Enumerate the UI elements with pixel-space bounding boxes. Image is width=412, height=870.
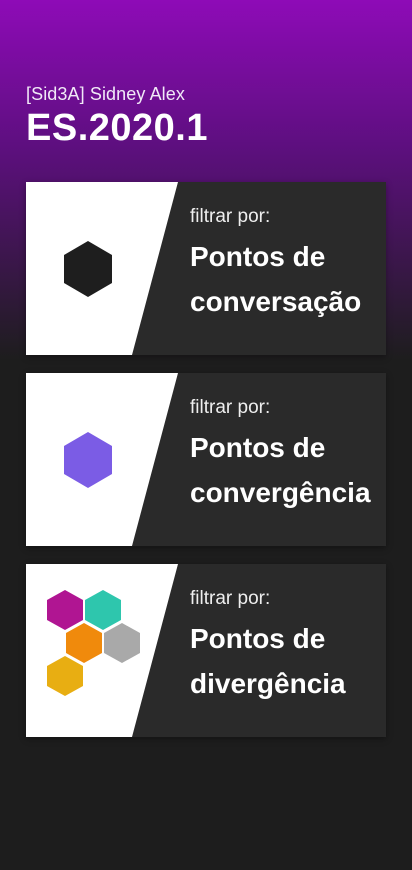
page-title: ES.2020.1 [26,107,208,149]
filter-label: filtrar por: [190,588,271,609]
filter-name: Pontos de divergência [190,616,386,706]
filter-name-line1: Pontos de [190,432,326,463]
filter-name: Pontos de conversação [190,234,386,324]
filter-card-convergence[interactable]: filtrar por: Pontos de convergência [26,373,386,546]
hexagon-yellow-icon [47,656,83,696]
filter-name-line2: convergência [190,477,371,508]
hexagon-magenta-icon [47,590,83,630]
hexagon-purple-icon [64,432,112,488]
hexagon-dark-icon [64,241,112,297]
filter-name-line1: Pontos de [190,623,326,654]
filter-label: filtrar por: [190,397,271,418]
filter-label: filtrar por: [190,206,271,227]
filter-card-conversation[interactable]: filtrar por: Pontos de conversação [26,182,386,355]
hexagon-gray-icon [104,623,140,663]
class-subtitle: [Sid3A] Sidney Alex [26,84,185,104]
hexagon-teal-icon [85,590,121,630]
filter-card-divergence[interactable]: filtrar por: Pontos de divergência [26,564,386,737]
filter-name: Pontos de convergência [190,425,386,515]
page-header: [Sid3A] Sidney Alex ES.2020.1 [26,84,208,150]
filter-name-line1: Pontos de [190,241,326,272]
filter-name-line2: conversação [190,286,362,317]
hexagon-orange-icon [66,623,102,663]
hexagon-cluster-icon [47,590,140,696]
filter-name-line2: divergência [190,668,346,699]
